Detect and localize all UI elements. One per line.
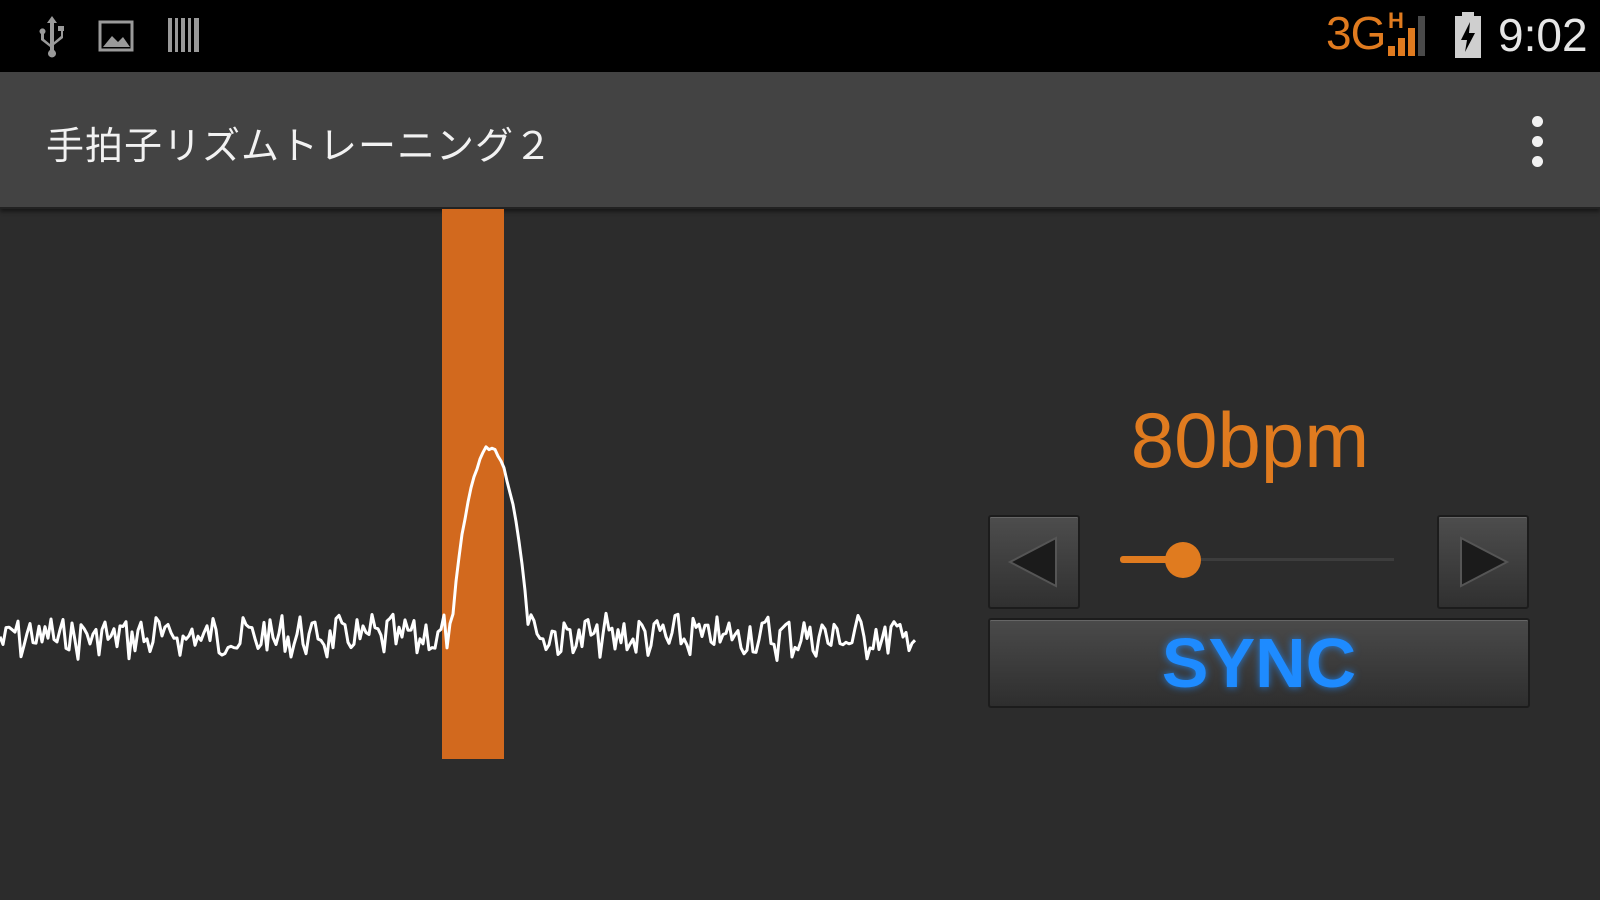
sync-button[interactable]: SYNC xyxy=(988,618,1530,708)
barcode-icon xyxy=(168,18,199,52)
bpm-display: 80bpm xyxy=(1130,396,1370,484)
action-bar: 手拍子リズムトレーニング２ xyxy=(0,72,1600,209)
network-type: 3G xyxy=(1326,7,1386,59)
battery-charging-icon xyxy=(1455,12,1481,58)
increase-tempo-button[interactable] xyxy=(1437,515,1529,609)
status-bar: 3G H 9:02 xyxy=(0,0,1600,72)
arrow-right-icon xyxy=(1460,536,1510,588)
tempo-slider[interactable] xyxy=(1120,540,1394,580)
waveform-area xyxy=(0,209,930,900)
clock: 9:02 xyxy=(1498,9,1588,61)
app-screen: 3G H 9:02 手拍子リズムトレーニング２ 80bpm SYNC xyxy=(0,0,1600,900)
app-title: 手拍子リズムトレーニング２ xyxy=(46,124,554,168)
signal-icon xyxy=(1388,16,1425,56)
arrow-left-icon xyxy=(1007,536,1057,588)
waveform-line xyxy=(0,445,917,662)
overflow-menu-icon[interactable] xyxy=(1518,112,1558,172)
waveform xyxy=(0,445,917,662)
usb-icon xyxy=(39,16,64,58)
decrease-tempo-button[interactable] xyxy=(988,515,1080,609)
slider-thumb[interactable] xyxy=(1165,542,1202,578)
image-icon xyxy=(98,20,134,52)
